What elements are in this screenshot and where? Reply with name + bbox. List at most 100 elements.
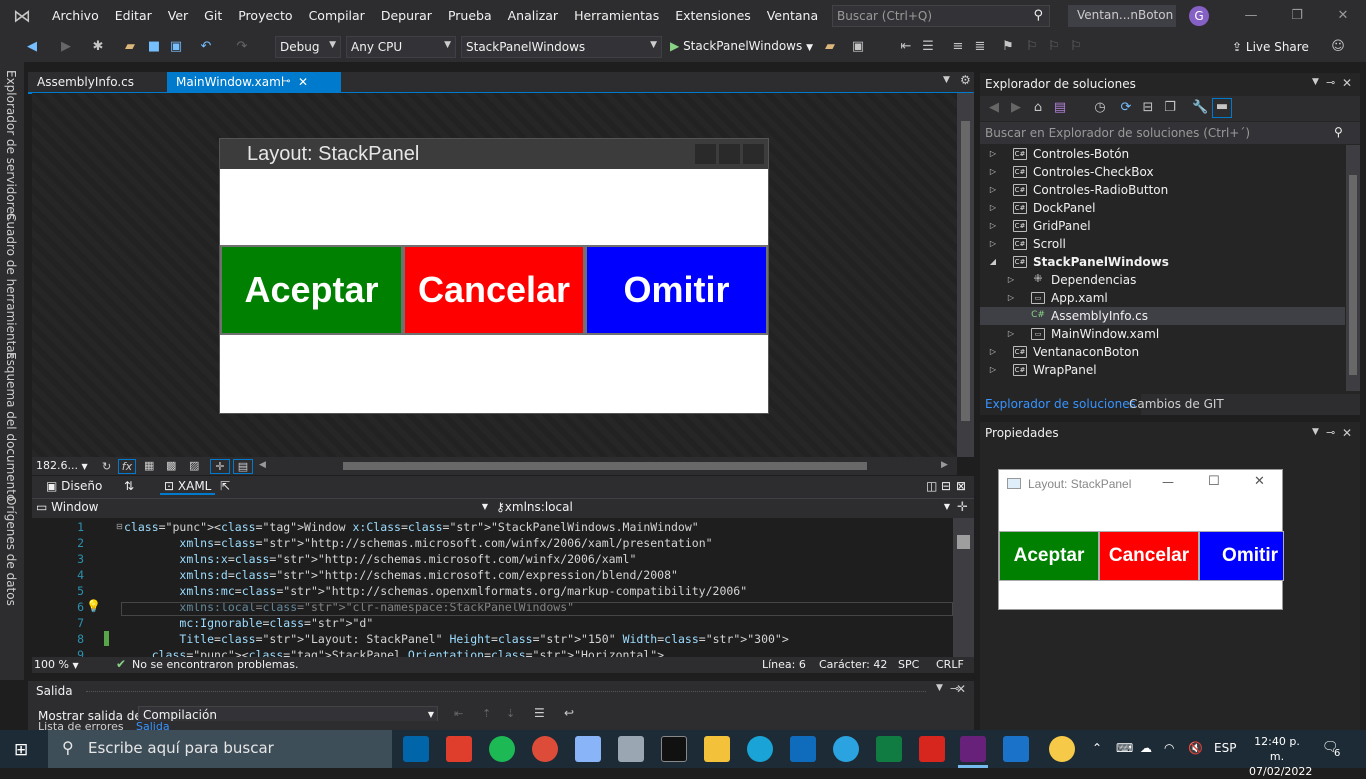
designer-vertical-scrollbar[interactable] [957,93,974,457]
find-prev-icon[interactable]: ⇤ [454,707,463,720]
chevron-down-icon[interactable]: ▼ [936,683,943,693]
code-line[interactable]: 2 xmlns=class="str">"http://schemas.micr… [32,535,953,551]
find-prev-msg-icon[interactable]: ⇡ [482,707,491,720]
onedrive-icon[interactable]: ☁ [1140,741,1152,755]
server-explorer-tab[interactable]: Explorador de servidores [4,70,18,220]
scroll-thumb[interactable] [961,121,970,421]
tree-item[interactable]: ▷ C# VentanaconBoton [980,343,1345,361]
switch-views-icon[interactable]: ▤ [1052,100,1068,116]
undo-icon[interactable]: ↶ [198,39,214,55]
tree-item[interactable]: C# AssemblyInfo.cs [980,307,1345,325]
terminal-app-icon[interactable] [661,736,687,762]
cancelar-button[interactable]: Cancelar [403,245,585,335]
pin-icon[interactable]: ⊸ [1326,426,1335,439]
forward-icon[interactable]: ▶ [1008,100,1024,116]
collapse-icon[interactable]: ⊟ [116,522,123,531]
settings-gear-icon[interactable]: ⚙ [960,73,971,87]
tab-assemblyinfo[interactable]: AssemblyInfo.cs [28,72,164,93]
code-line[interactable]: 8 Title=class="str">"Layout: StackPanel"… [32,631,953,647]
history-icon[interactable]: ◷ [1092,100,1108,116]
tab-design[interactable]: ▣ Diseño [46,479,102,493]
list-icon[interactable]: ☰ [920,39,936,55]
feedback-icon[interactable]: ☺ [1330,39,1346,55]
zoom-select[interactable]: 182.6... ▼ [36,459,92,475]
collapse-pane-icon[interactable]: ⊠ [956,479,966,493]
git-app-icon[interactable] [446,736,472,762]
config-select[interactable]: Debug ▼ [275,36,341,58]
platform-select[interactable]: Any CPU ▼ [346,36,456,58]
clock[interactable]: 12:40 p. m. 07/02/2022 [1249,734,1312,779]
tree-item[interactable]: ▷ C# Controles-RadioButton [980,181,1345,199]
collapsed-chevron-icon[interactable]: ▷ [988,235,998,253]
clear-bookmarks-icon[interactable]: ⚐ [1068,39,1084,55]
swap-panes-icon[interactable]: ⇅ [124,479,134,493]
excel-app-icon[interactable] [876,736,902,762]
collapsed-chevron-icon[interactable]: ▷ [988,343,998,361]
edge-app-icon[interactable] [747,736,773,762]
scroll-thumb[interactable] [957,535,970,549]
solution-name-badge[interactable]: Ventan...nBoton [1068,5,1176,27]
wpf-window-preview[interactable]: Layout: StackPanel Aceptar Cancelar Omit… [219,138,769,414]
solution-explorer-search[interactable]: Buscar en Explorador de soluciones (Ctrl… [980,122,1360,144]
collapsed-chevron-icon[interactable]: ▷ [988,181,998,199]
taskbar-search-input[interactable]: ⚲ Escribe aquí para buscar [48,730,392,768]
preview-close-icon[interactable]: ✕ [1254,474,1265,489]
clear-all-icon[interactable]: ☰ [534,706,545,720]
home-icon[interactable]: ⌂ [1030,100,1046,116]
toolbox-tab[interactable]: Cuadro de herramientas [4,213,18,359]
comment-icon[interactable]: ≡ [950,39,966,55]
language-indicator[interactable]: ESP [1214,741,1236,755]
add-split-icon[interactable]: ✛ [957,500,968,515]
grid-icon[interactable]: ▦ [144,459,154,472]
solution-explorer-scrollbar[interactable] [1346,145,1360,391]
chrome-app-icon[interactable] [532,736,558,762]
expanded-chevron-icon[interactable]: ◢ [988,253,998,271]
save-icon[interactable]: ■ [146,39,162,55]
window-icon[interactable]: ▣ [850,39,866,55]
line-indicator[interactable]: Línea: 6 [762,658,806,671]
restore-icon[interactable]: ❐ [1274,0,1320,32]
tree-item[interactable]: ◢ C# StackPanelWindows [980,253,1345,271]
vscode-app-icon[interactable] [403,736,429,762]
tray-app-icon[interactable]: ⌨ [1116,741,1133,755]
tree-item[interactable]: ▷ C# Controles-CheckBox [980,163,1345,181]
menu-item-herramientas[interactable]: Herramientas [566,0,667,32]
paint-app-icon[interactable] [575,736,601,762]
spotify-app-icon[interactable] [489,736,515,762]
data-sources-tab[interactable]: Orígenes de datos [4,496,18,606]
tab-solution-explorer[interactable]: Explorador de soluciones [980,394,1141,415]
designer-horizontal-scroll-thumb[interactable] [343,462,867,470]
close-icon[interactable]: ✕ [956,682,966,696]
close-icon[interactable]: ✕ [1342,426,1352,440]
document-outline-tab[interactable]: Esquema del documento [4,352,18,501]
windows-start-icon[interactable]: ⊞ [14,740,28,760]
tree-item[interactable]: ▷ C# WrapPanel [980,361,1345,379]
close-icon[interactable]: ✕ [1342,76,1352,90]
code-line[interactable]: 1 class="punc"><class="tag">Window x:Clas… [32,519,953,535]
type-select[interactable]: ▭ Window ▼ [36,500,490,517]
tab-mainwindow[interactable]: MainWindow.xaml ⊸ ✕ [167,72,341,93]
device-icon[interactable]: ▤ [233,459,253,474]
editor-zoom[interactable]: 100 % ▼ [34,658,79,671]
editor-vertical-scrollbar[interactable] [953,518,974,657]
run-button[interactable]: ▶ StackPanelWindows ▼ [670,39,813,53]
minimize-icon[interactable]: — [1228,0,1274,32]
visual-studio-logo-icon[interactable]: ⋈ [0,0,44,32]
artboard-icon[interactable]: ▨ [189,459,199,472]
menu-item-proyecto[interactable]: Proyecto [230,0,300,32]
visual-studio-app-icon[interactable] [960,736,986,762]
preview-omitir-button[interactable]: Omitir [1199,531,1284,581]
popout-icon[interactable]: ⇱ [220,479,230,493]
lightbulb-icon[interactable]: 💡 [86,599,101,613]
code-line[interactable]: 4 xmlns:d=class="str">"http://schemas.mi… [32,567,953,583]
preview-maximize-icon[interactable]: ☐ [1208,474,1220,489]
sync-icon[interactable]: ⟳ [1118,100,1134,116]
back-icon[interactable]: ◀ [986,100,1002,116]
close-tab-icon[interactable]: ✕ [298,72,308,92]
collapsed-chevron-icon[interactable]: ▷ [988,163,998,181]
refresh-icon[interactable]: ↻ [102,460,111,473]
spaces-indicator[interactable]: SPC [898,658,919,671]
tab-xaml[interactable]: ⊡ XAML [160,479,216,495]
preview-minimize-icon[interactable]: — [1162,475,1174,489]
new-project-icon[interactable]: ✱ [90,39,106,55]
